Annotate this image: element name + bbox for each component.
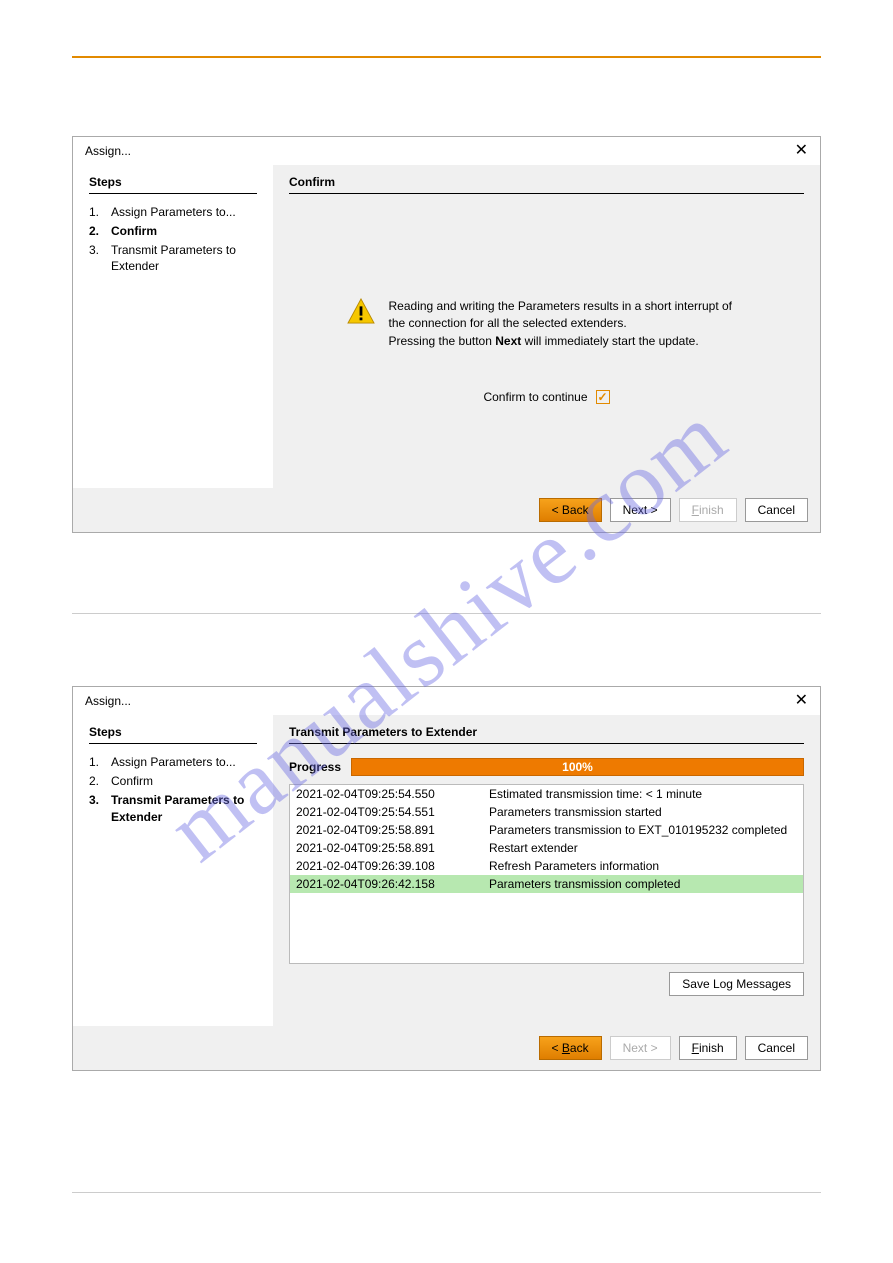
step-3: 3.Transmit Parameters to Extender: [89, 242, 257, 276]
warning-text: Reading and writing the Parameters resul…: [389, 298, 747, 350]
content-header: Confirm: [289, 175, 804, 194]
confirm-dialog: Assign... ✕ Steps 1. Assign Parameters to…: [72, 136, 821, 533]
step-label: Confirm: [111, 773, 153, 790]
log-row-highlighted: 2021-02-04T09:26:42.158 Parameters transm…: [290, 875, 803, 893]
log-ts: 2021-02-04T09:25:54.551: [296, 805, 461, 819]
cancel-label: Cancel: [758, 503, 795, 517]
cancel-button[interactable]: Cancel: [745, 1036, 808, 1060]
orange-rule: [72, 56, 821, 58]
finish-label: Finish: [692, 1041, 724, 1055]
bottom-rule: [72, 1192, 821, 1193]
button-bar: < Back Next > Finish Cancel: [73, 1026, 820, 1070]
close-icon[interactable]: ✕: [795, 143, 808, 159]
step-1: 1. Assign Parameters to...: [89, 754, 257, 771]
confirm-checkbox[interactable]: ✓: [596, 390, 610, 404]
back-label: < Back: [552, 503, 589, 517]
steps-header: Steps: [89, 175, 257, 194]
progress-bar: 100%: [351, 758, 804, 776]
warn-next-bold: Next: [495, 334, 521, 348]
step-3: 3.Transmit Parameters to Extender: [89, 792, 257, 826]
steps-header: Steps: [89, 725, 257, 744]
log-ts: 2021-02-04T09:25:58.891: [296, 841, 461, 855]
log-table: 2021-02-04T09:25:54.550 Estimated transmi…: [289, 784, 804, 964]
log-msg: Estimated transmission time: < 1 minute: [489, 787, 702, 801]
transmit-dialog: Assign... ✕ Steps 1. Assign Parameters to…: [72, 686, 821, 1071]
log-ts: 2021-02-04T09:25:54.550: [296, 787, 461, 801]
log-ts: 2021-02-04T09:26:42.158: [296, 877, 461, 891]
steps-pane: Steps 1. Assign Parameters to... 2. Confir…: [73, 715, 273, 1026]
confirm-row: Confirm to continue ✓: [483, 390, 609, 404]
next-label: Next >: [623, 1041, 658, 1055]
step-1: 1. Assign Parameters to...: [89, 204, 257, 221]
close-icon[interactable]: ✕: [795, 693, 808, 709]
log-row: 2021-02-04T09:26:39.108 Refresh Parameter…: [290, 857, 803, 875]
step-num: 3.: [89, 242, 103, 276]
check-icon: ✓: [598, 391, 608, 403]
log-msg: Parameters transmission completed: [489, 877, 680, 891]
log-ts: 2021-02-04T09:26:39.108: [296, 859, 461, 873]
step-num: 1.: [89, 754, 103, 771]
step-2: 2. Confirm: [89, 773, 257, 790]
button-bar: < Back Next > Finish Cancel: [73, 488, 820, 532]
content-pane: Confirm Reading and writing the Paramete…: [273, 165, 820, 488]
cancel-button[interactable]: Cancel: [745, 498, 808, 522]
next-button[interactable]: Next >: [610, 498, 671, 522]
log-row: 2021-02-04T09:25:54.550 Estimated transmi…: [290, 785, 803, 803]
step-num: 3.: [89, 792, 103, 826]
back-button[interactable]: < Back: [539, 1036, 602, 1060]
step-label: Confirm: [111, 223, 157, 240]
finish-button: Finish: [679, 498, 737, 522]
log-msg: Refresh Parameters information: [489, 859, 659, 873]
log-ts: 2021-02-04T09:25:58.891: [296, 823, 461, 837]
step-num: 2.: [89, 773, 103, 790]
step-2: 2. Confirm: [89, 223, 257, 240]
step-label: Transmit Parameters to Extender: [111, 792, 257, 826]
log-msg: Parameters transmission started: [489, 805, 662, 819]
next-button: Next >: [610, 1036, 671, 1060]
progress-row: Progress 100%: [289, 758, 804, 776]
warn-line-1: Reading and writing the Parameters resul…: [389, 299, 733, 330]
next-label: Next >: [623, 503, 658, 517]
save-log-button[interactable]: Save Log Messages: [669, 972, 804, 996]
step-label: Assign Parameters to...: [111, 754, 236, 771]
warning-row: Reading and writing the Parameters resul…: [347, 298, 747, 350]
log-msg: Parameters transmission to EXT_010195232…: [489, 823, 787, 837]
step-num: 1.: [89, 204, 103, 221]
log-row: 2021-02-04T09:25:54.551 Parameters transm…: [290, 803, 803, 821]
step-num: 2.: [89, 223, 103, 240]
content-pane: Transmit Parameters to Extender Progress…: [273, 715, 820, 1026]
dialog-title: Assign...: [85, 694, 131, 708]
step-label: Transmit Parameters to Extender: [111, 242, 257, 276]
titlebar: Assign... ✕: [73, 137, 820, 165]
warning-icon: [347, 298, 375, 324]
step-label: Assign Parameters to...: [111, 204, 236, 221]
finish-label: Finish: [692, 503, 724, 517]
titlebar: Assign... ✕: [73, 687, 820, 715]
warn-line-2a: Pressing the button: [389, 334, 496, 348]
separator: [72, 613, 821, 614]
progress-value: 100%: [562, 760, 593, 774]
back-label: < Back: [552, 1041, 589, 1055]
save-log-label: Save Log Messages: [682, 977, 791, 991]
log-row: 2021-02-04T09:25:58.891 Restart extender: [290, 839, 803, 857]
log-msg: Restart extender: [489, 841, 578, 855]
log-row: 2021-02-04T09:25:58.891 Parameters transm…: [290, 821, 803, 839]
cancel-label: Cancel: [758, 1041, 795, 1055]
content-header: Transmit Parameters to Extender: [289, 725, 804, 744]
progress-label: Progress: [289, 760, 341, 774]
confirm-label: Confirm to continue: [483, 390, 587, 404]
dialog-title: Assign...: [85, 144, 131, 158]
steps-pane: Steps 1. Assign Parameters to... 2. Confir…: [73, 165, 273, 488]
finish-button[interactable]: Finish: [679, 1036, 737, 1060]
back-button[interactable]: < Back: [539, 498, 602, 522]
warn-line-2c: will immediately start the update.: [521, 334, 698, 348]
